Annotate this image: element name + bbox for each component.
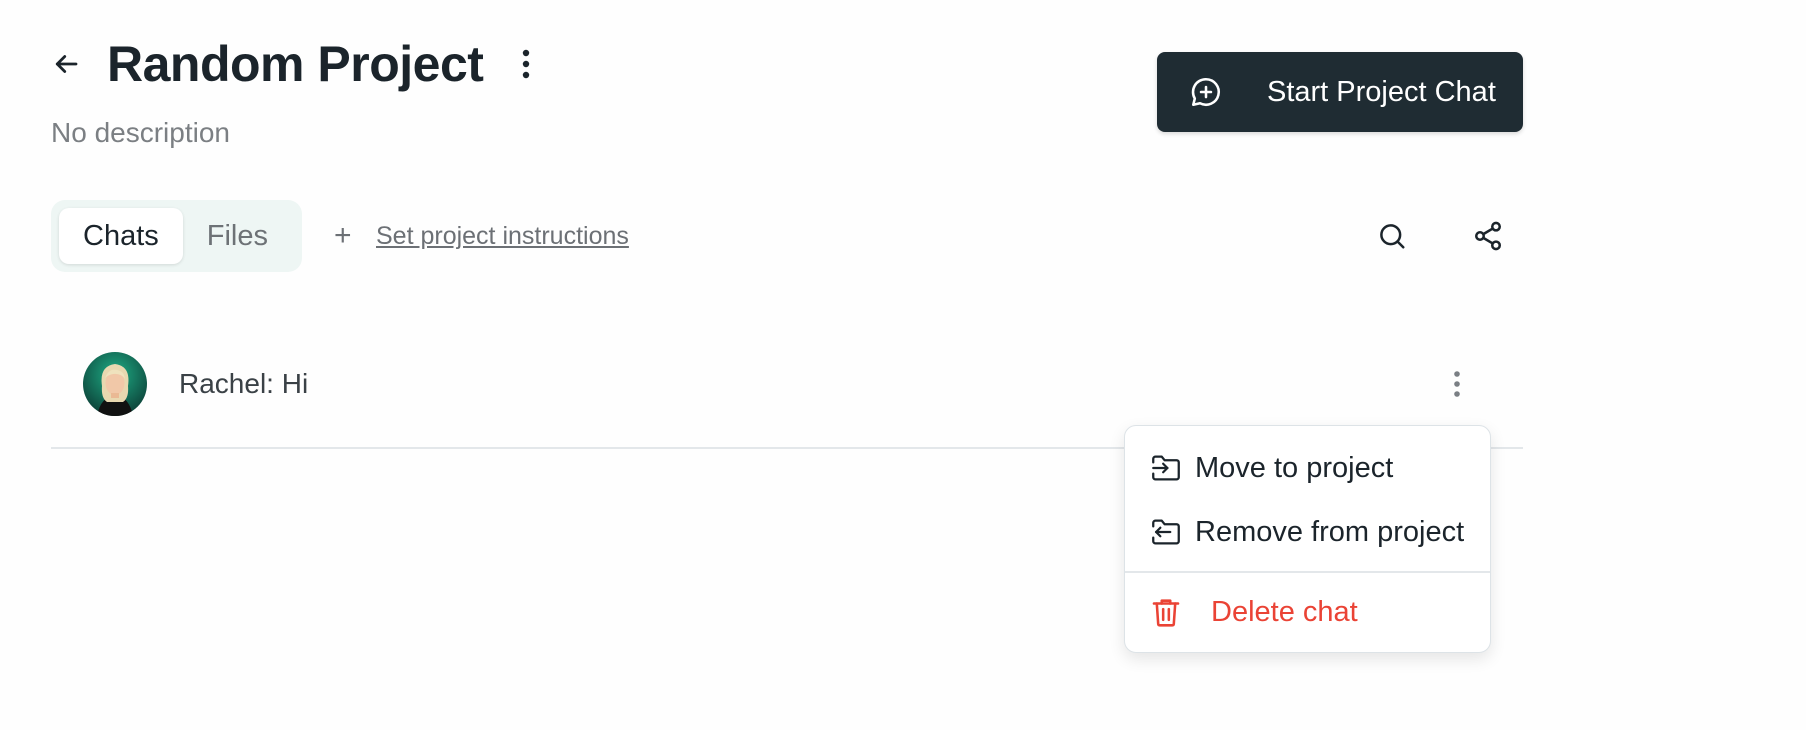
chat-title: Rachel: Hi (179, 368, 309, 399)
start-project-chat-button[interactable]: Start Project Chat (1157, 52, 1523, 132)
project-page: Random Project No description Start Proj… (0, 0, 1806, 730)
folder-move-in-icon (1152, 455, 1180, 481)
back-button[interactable] (46, 44, 86, 84)
avatar (83, 352, 147, 416)
move-to-project-menu-item[interactable]: Move to project (1125, 440, 1490, 496)
set-project-instructions-label: Set project instructions (376, 222, 629, 250)
folder-move-out-icon (1152, 519, 1180, 545)
more-vertical-icon (1454, 371, 1460, 397)
menu-divider (1125, 571, 1490, 573)
search-icon (1380, 224, 1405, 249)
chat-options-button[interactable] (1441, 364, 1473, 404)
page-title: Random Project (107, 36, 484, 92)
arrow-left-icon (55, 55, 78, 73)
chat-context-menu: Move to project Remove from project Dele… (1124, 425, 1491, 653)
tab-files[interactable]: Files (183, 208, 292, 264)
search-button[interactable] (1372, 216, 1412, 256)
move-to-project-label: Move to project (1195, 451, 1394, 484)
share-button[interactable] (1468, 216, 1508, 256)
tab-chats[interactable]: Chats (59, 208, 183, 264)
trash-icon (1152, 599, 1180, 627)
start-project-chat-label: Start Project Chat (1267, 75, 1496, 108)
avatar-photo (83, 352, 147, 416)
chat-plus-icon (1191, 77, 1221, 107)
project-description: No description (51, 117, 230, 148)
project-options-button[interactable] (510, 44, 542, 84)
set-project-instructions-link[interactable]: + Set project instructions (334, 218, 629, 254)
remove-from-project-menu-item[interactable]: Remove from project (1125, 504, 1490, 560)
share-icon (1475, 221, 1501, 251)
more-vertical-icon (522, 49, 530, 79)
remove-from-project-label: Remove from project (1195, 515, 1465, 548)
delete-chat-menu-item[interactable]: Delete chat (1125, 584, 1490, 640)
plus-icon: + (334, 219, 352, 252)
tab-bar: Chats Files (51, 200, 302, 272)
delete-chat-label: Delete chat (1211, 595, 1358, 628)
